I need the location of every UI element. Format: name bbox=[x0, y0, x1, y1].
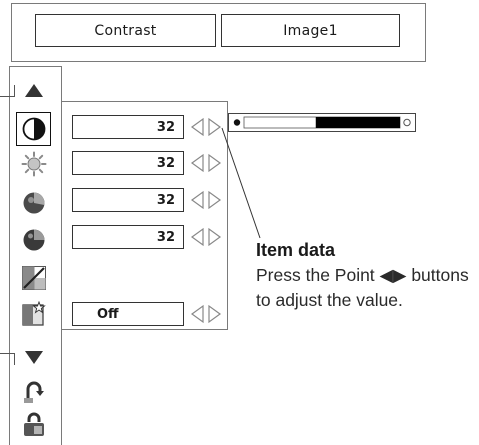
item-data-description: Press the Point ◀▶ buttons to adjust the… bbox=[256, 265, 469, 310]
slider-fill bbox=[315, 117, 400, 128]
contrast-icon[interactable] bbox=[21, 116, 47, 142]
reset-icon[interactable] bbox=[21, 379, 47, 405]
color-value-field[interactable]: 32 bbox=[72, 188, 184, 212]
leader-line-bottom bbox=[0, 353, 15, 354]
brightness-icon[interactable] bbox=[21, 151, 47, 177]
leader-line-top-stem bbox=[14, 85, 15, 97]
scroll-up-arrow-icon[interactable] bbox=[21, 77, 47, 103]
leader-line-top bbox=[0, 96, 15, 97]
tint-value-field[interactable]: 32 bbox=[72, 225, 184, 249]
annotation-leader-line bbox=[221, 127, 261, 239]
image-mode-box: Image1 bbox=[221, 14, 400, 47]
color-temperature-icon[interactable] bbox=[21, 265, 47, 291]
item-data-title: Item data bbox=[256, 240, 336, 260]
sharpness-value-field[interactable]: Off bbox=[72, 302, 184, 326]
scroll-down-arrow-icon[interactable] bbox=[21, 345, 47, 371]
color-icon[interactable] bbox=[21, 190, 47, 216]
contrast-value-field[interactable]: 32 bbox=[72, 115, 184, 139]
sharpness-icon[interactable] bbox=[21, 301, 47, 327]
slider-right-dot bbox=[403, 118, 411, 127]
tint-icon[interactable] bbox=[21, 227, 47, 253]
brightness-value-field[interactable]: 32 bbox=[72, 151, 184, 175]
store-icon[interactable] bbox=[21, 412, 47, 438]
menu-name-box: Contrast bbox=[35, 14, 216, 47]
leader-line-bottom-stem bbox=[14, 353, 15, 365]
adjust-arrows-icon[interactable] bbox=[189, 302, 223, 326]
